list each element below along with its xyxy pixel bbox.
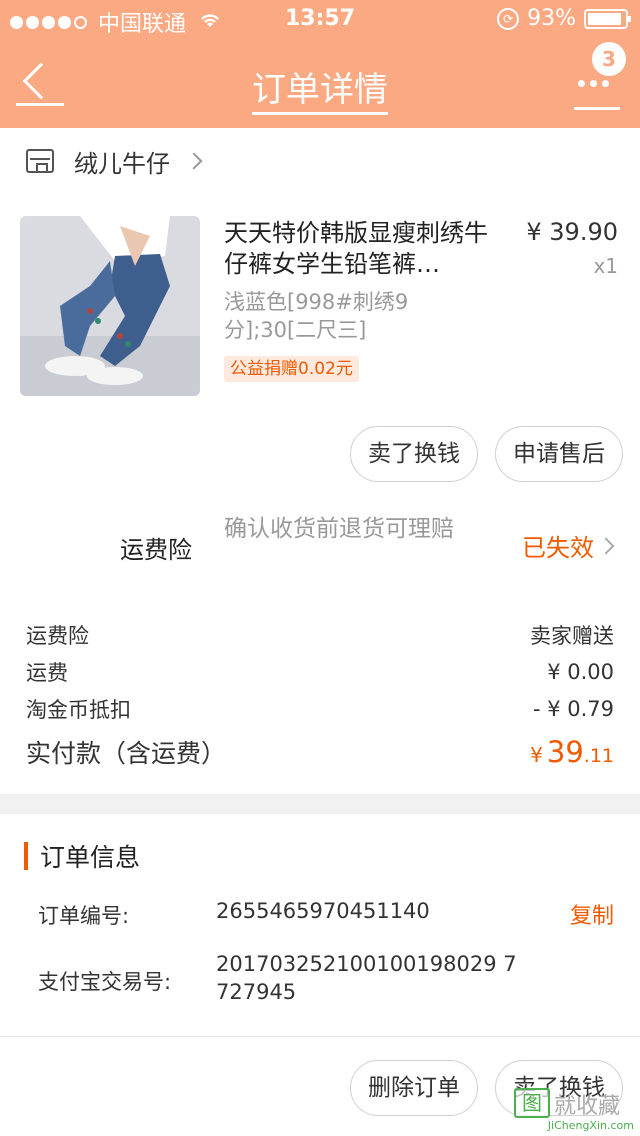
total-currency: ¥ — [530, 743, 543, 767]
total-decimal: .11 — [583, 745, 614, 767]
order-info-title: 订单信息 — [40, 843, 141, 872]
page-title: 订单详情 — [0, 62, 640, 115]
copy-order-number-button[interactable]: 复制 — [570, 898, 614, 930]
nav-bar: 订单详情 3 — [0, 40, 640, 128]
total-row: 实付款（含运费） ¥ 39 .11 — [26, 729, 614, 775]
shop-name: 绒儿牛仔 — [74, 149, 170, 178]
more-button[interactable] — [574, 80, 620, 110]
rotation-lock-icon: ⟳ — [497, 7, 520, 30]
chevron-right-icon — [597, 537, 615, 554]
fee-label: 运费险 — [26, 623, 89, 648]
page-title-text: 订单详情 — [252, 70, 388, 115]
insurance-label: 运费险 — [120, 536, 192, 564]
status-right: ⟳ 93% — [497, 6, 631, 31]
alipay-label: 支付宝交易号: — [38, 970, 172, 994]
insurance-status[interactable]: 已失效 — [522, 528, 615, 563]
fee-label: 运费 — [26, 660, 68, 685]
product-image[interactable] — [20, 216, 200, 396]
total-label: 实付款（含运费） — [26, 739, 227, 768]
sell-exchange-button[interactable]: 卖了换钱 — [350, 426, 478, 482]
alipay-number-line2: 727945 — [216, 980, 297, 1004]
fee-value: - ¥ 0.79 — [532, 696, 614, 721]
fee-row: 运费 ¥ 0.00 — [26, 653, 614, 690]
divider — [0, 1036, 640, 1037]
after-sale-button[interactable]: 申请售后 — [495, 426, 623, 482]
fee-summary: 运费险 卖家赠送 运费 ¥ 0.00 淘金币抵扣 - ¥ 0.79 实付款（含运… — [0, 616, 640, 775]
order-number-value: 2655465970451140 — [216, 899, 430, 923]
charity-donation-badge: 公益捐赠0.02元 — [224, 356, 359, 382]
shipping-insurance-row[interactable]: 运费险 确认收货前退货可理赔 已失效 — [0, 500, 640, 580]
product-price: ¥ 39.90 — [526, 218, 618, 246]
status-bar: 中国联通 13:57 ⟳ 93% — [0, 0, 640, 40]
product-quantity: x1 — [593, 254, 618, 278]
order-item[interactable]: 天天特价韩版显瘦刺绣牛仔裤女学生铅笔裤… ¥ 39.90 x1 浅蓝色[998#… — [0, 194, 640, 414]
section-marker — [24, 842, 28, 870]
fee-value: ¥ 0.00 — [547, 659, 614, 684]
fee-label: 淘金币抵扣 — [26, 697, 131, 722]
delete-order-button[interactable]: 删除订单 — [350, 1060, 478, 1116]
message-count-badge[interactable]: 3 — [592, 42, 626, 76]
chevron-right-icon — [185, 152, 203, 170]
product-sku: 浅蓝色[998#刺绣9分];30[二尺三] — [224, 290, 409, 342]
battery-icon — [584, 8, 631, 29]
shop-row[interactable]: 绒儿牛仔 — [0, 128, 640, 194]
watermark-text: 就收藏 — [554, 1094, 621, 1119]
product-title[interactable]: 天天特价韩版显瘦刺绣牛仔裤女学生铅笔裤… — [224, 218, 494, 280]
watermark-logo: 图 — [514, 1088, 550, 1118]
watermark-url: JiChengXin.com — [547, 1119, 634, 1132]
more-underline — [574, 107, 620, 110]
fee-row: 运费险 卖家赠送 — [26, 616, 614, 653]
total-integer: 39 — [546, 735, 584, 769]
fee-row: 淘金币抵扣 - ¥ 0.79 — [26, 690, 614, 727]
insurance-status-text: 已失效 — [522, 534, 594, 562]
store-icon — [26, 149, 54, 173]
order-number-label: 订单编号: — [38, 904, 130, 928]
insurance-description: 确认收货前退货可理赔 — [224, 516, 454, 542]
watermark: 图 就收藏 JiChengXin.com — [514, 1088, 634, 1132]
battery-percent: 93% — [527, 6, 576, 31]
order-info-header: 订单信息 — [24, 838, 140, 874]
more-dots-icon — [578, 80, 614, 87]
fee-value: 卖家赠送 — [530, 623, 614, 648]
alipay-number-line1: 201703252100100198029 7 — [216, 952, 517, 976]
total-amount: ¥ 39 .11 — [530, 735, 614, 769]
section-separator — [0, 794, 640, 814]
